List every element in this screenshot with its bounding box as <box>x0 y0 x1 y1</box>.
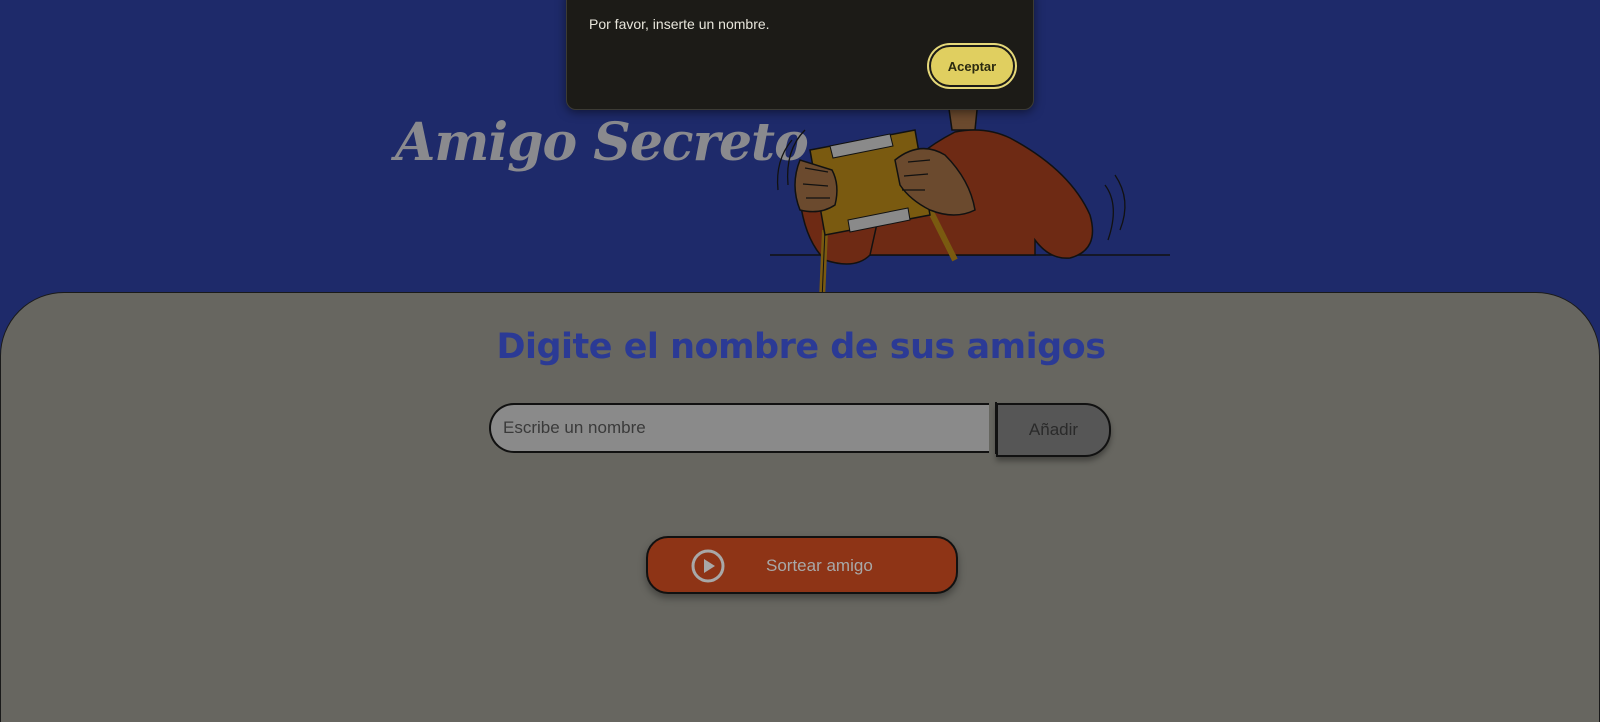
main-card: Digite el nombre de sus amigos Añadir So… <box>0 292 1600 722</box>
alert-dialog: Por favor, inserte un nombre. Aceptar <box>566 0 1034 110</box>
app-title: Amigo Secreto <box>395 112 809 173</box>
accept-button[interactable]: Aceptar <box>929 45 1015 87</box>
section-heading: Digite el nombre de sus amigos <box>496 327 1106 367</box>
draw-button-label: Sortear amigo <box>766 556 873 575</box>
play-circle-icon <box>691 549 725 583</box>
page: Amigo Secreto Digite el nombre de sus am… <box>0 0 1600 722</box>
alert-message: Por favor, inserte un nombre. <box>589 16 770 32</box>
draw-friend-button[interactable]: Sortear amigo <box>646 536 958 594</box>
input-divider <box>995 402 997 454</box>
add-button[interactable]: Añadir <box>996 403 1111 457</box>
name-input-group: Añadir <box>489 403 1113 457</box>
person-with-gift-illustration <box>770 90 1170 300</box>
name-input[interactable] <box>489 403 989 453</box>
